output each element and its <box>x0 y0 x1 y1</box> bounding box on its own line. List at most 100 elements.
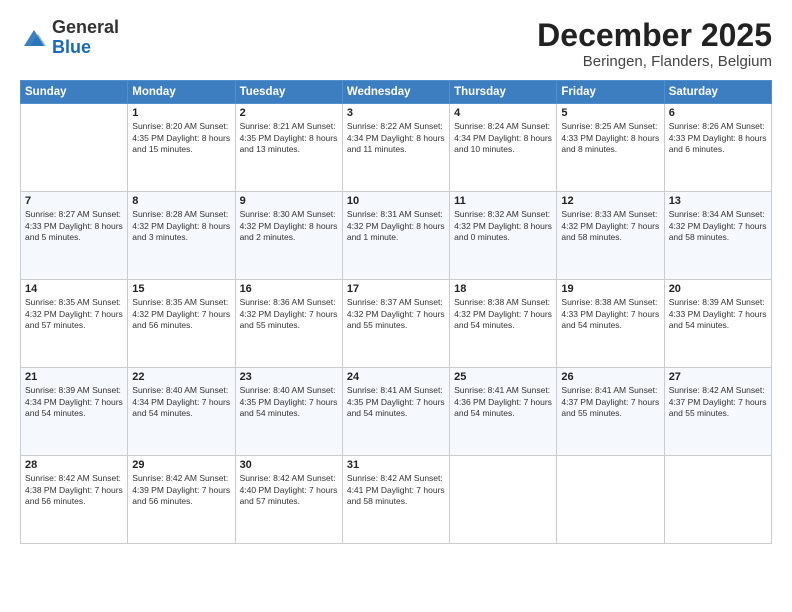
day-number: 21 <box>25 371 123 383</box>
day-info: Sunrise: 8:35 AM Sunset: 4:32 PM Dayligh… <box>25 297 123 331</box>
day-info: Sunrise: 8:42 AM Sunset: 4:41 PM Dayligh… <box>347 473 445 507</box>
weekday-header-saturday: Saturday <box>664 81 771 104</box>
logo-text: General Blue <box>52 18 119 58</box>
day-number: 1 <box>132 107 230 119</box>
day-number: 16 <box>240 283 338 295</box>
day-cell: 16Sunrise: 8:36 AM Sunset: 4:32 PM Dayli… <box>235 280 342 368</box>
location: Beringen, Flanders, Belgium <box>537 53 772 70</box>
day-cell: 24 Sunrise: 8:41 AM Sunset: 4:35 PM Dayli… <box>342 368 449 456</box>
day-info: Sunrise: 8:39 AM Sunset: 4:34 PM Dayligh… <box>25 385 123 419</box>
day-info: Sunrise: 8:31 AM Sunset: 4:32 PM Dayligh… <box>347 209 445 243</box>
day-number: 29 <box>132 459 230 471</box>
title-area: December 2025 Beringen, Flanders, Belgiu… <box>537 18 772 70</box>
logo-icon <box>20 24 48 52</box>
week-row-2: 7 Sunrise: 8:27 AM Sunset: 4:33 PM Daylig… <box>21 192 772 280</box>
day-number: 7 <box>25 195 123 207</box>
day-cell: 19 Sunrise: 8:38 AM Sunset: 4:33 PM Dayli… <box>557 280 664 368</box>
day-cell: 23 Sunrise: 8:40 AM Sunset: 4:35 PM Dayli… <box>235 368 342 456</box>
header: General Blue December 2025 Beringen, Fla… <box>20 18 772 70</box>
day-number: 13 <box>669 195 767 207</box>
day-info: Sunrise: 8:40 AM Sunset: 4:34 PM Dayligh… <box>132 385 230 419</box>
logo-general-text: General <box>52 18 119 38</box>
day-cell <box>450 456 557 544</box>
day-number: 15 <box>132 283 230 295</box>
day-number: 27 <box>669 371 767 383</box>
day-cell: 28Sunrise: 8:42 AM Sunset: 4:38 PM Dayli… <box>21 456 128 544</box>
weekday-header-friday: Friday <box>557 81 664 104</box>
day-info: Sunrise: 8:27 AM Sunset: 4:33 PM Dayligh… <box>25 209 123 243</box>
weekday-header-monday: Monday <box>128 81 235 104</box>
day-cell: 29 Sunrise: 8:42 AM Sunset: 4:39 PM Dayli… <box>128 456 235 544</box>
day-info: Sunrise: 8:28 AM Sunset: 4:32 PM Dayligh… <box>132 209 230 243</box>
weekday-header-wednesday: Wednesday <box>342 81 449 104</box>
day-number: 17 <box>347 283 445 295</box>
day-cell: 12Sunrise: 8:33 AM Sunset: 4:32 PM Dayli… <box>557 192 664 280</box>
day-number: 24 <box>347 371 445 383</box>
logo-blue-text: Blue <box>52 38 119 58</box>
day-cell: 14 Sunrise: 8:35 AM Sunset: 4:32 PM Dayli… <box>21 280 128 368</box>
day-info: Sunrise: 8:22 AM Sunset: 4:34 PM Dayligh… <box>347 121 445 155</box>
day-number: 22 <box>132 371 230 383</box>
day-cell <box>664 456 771 544</box>
day-info: Sunrise: 8:41 AM Sunset: 4:37 PM Dayligh… <box>561 385 659 419</box>
day-number: 8 <box>132 195 230 207</box>
day-info: Sunrise: 8:33 AM Sunset: 4:32 PM Dayligh… <box>561 209 659 243</box>
day-number: 9 <box>240 195 338 207</box>
weekday-header-thursday: Thursday <box>450 81 557 104</box>
day-cell: 6 Sunrise: 8:26 AM Sunset: 4:33 PM Daylig… <box>664 104 771 192</box>
day-number: 5 <box>561 107 659 119</box>
day-cell: 30 Sunrise: 8:42 AM Sunset: 4:40 PM Dayli… <box>235 456 342 544</box>
day-info: Sunrise: 8:25 AM Sunset: 4:33 PM Dayligh… <box>561 121 659 155</box>
day-info: Sunrise: 8:42 AM Sunset: 4:40 PM Dayligh… <box>240 473 338 507</box>
day-number: 2 <box>240 107 338 119</box>
day-info: Sunrise: 8:34 AM Sunset: 4:32 PM Dayligh… <box>669 209 767 243</box>
weekday-header-sunday: Sunday <box>21 81 128 104</box>
week-row-3: 14 Sunrise: 8:35 AM Sunset: 4:32 PM Dayli… <box>21 280 772 368</box>
day-cell: 11Sunrise: 8:32 AM Sunset: 4:32 PM Dayli… <box>450 192 557 280</box>
day-cell: 20 Sunrise: 8:39 AM Sunset: 4:33 PM Dayli… <box>664 280 771 368</box>
day-number: 18 <box>454 283 552 295</box>
day-cell: 26Sunrise: 8:41 AM Sunset: 4:37 PM Dayli… <box>557 368 664 456</box>
week-row-1: 1 Sunrise: 8:20 AM Sunset: 4:35 PM Daylig… <box>21 104 772 192</box>
day-info: Sunrise: 8:21 AM Sunset: 4:35 PM Dayligh… <box>240 121 338 155</box>
page: General Blue December 2025 Beringen, Fla… <box>0 0 792 612</box>
day-number: 30 <box>240 459 338 471</box>
day-info: Sunrise: 8:41 AM Sunset: 4:36 PM Dayligh… <box>454 385 552 419</box>
day-cell: 10Sunrise: 8:31 AM Sunset: 4:32 PM Dayli… <box>342 192 449 280</box>
week-row-5: 28Sunrise: 8:42 AM Sunset: 4:38 PM Dayli… <box>21 456 772 544</box>
day-info: Sunrise: 8:42 AM Sunset: 4:38 PM Dayligh… <box>25 473 123 507</box>
day-info: Sunrise: 8:20 AM Sunset: 4:35 PM Dayligh… <box>132 121 230 155</box>
day-number: 14 <box>25 283 123 295</box>
day-info: Sunrise: 8:39 AM Sunset: 4:33 PM Dayligh… <box>669 297 767 331</box>
day-number: 20 <box>669 283 767 295</box>
day-cell: 9Sunrise: 8:30 AM Sunset: 4:32 PM Daylig… <box>235 192 342 280</box>
day-info: Sunrise: 8:42 AM Sunset: 4:37 PM Dayligh… <box>669 385 767 419</box>
day-cell: 27 Sunrise: 8:42 AM Sunset: 4:37 PM Dayli… <box>664 368 771 456</box>
weekday-header-row: SundayMondayTuesdayWednesdayThursdayFrid… <box>21 81 772 104</box>
day-cell <box>21 104 128 192</box>
day-info: Sunrise: 8:40 AM Sunset: 4:35 PM Dayligh… <box>240 385 338 419</box>
day-number: 6 <box>669 107 767 119</box>
day-info: Sunrise: 8:41 AM Sunset: 4:35 PM Dayligh… <box>347 385 445 419</box>
day-cell: 2 Sunrise: 8:21 AM Sunset: 4:35 PM Daylig… <box>235 104 342 192</box>
day-info: Sunrise: 8:42 AM Sunset: 4:39 PM Dayligh… <box>132 473 230 507</box>
day-cell: 13 Sunrise: 8:34 AM Sunset: 4:32 PM Dayli… <box>664 192 771 280</box>
day-info: Sunrise: 8:38 AM Sunset: 4:33 PM Dayligh… <box>561 297 659 331</box>
day-number: 19 <box>561 283 659 295</box>
day-cell: 5 Sunrise: 8:25 AM Sunset: 4:33 PM Daylig… <box>557 104 664 192</box>
day-cell: 3 Sunrise: 8:22 AM Sunset: 4:34 PM Daylig… <box>342 104 449 192</box>
calendar-table: SundayMondayTuesdayWednesdayThursdayFrid… <box>20 80 772 544</box>
day-info: Sunrise: 8:26 AM Sunset: 4:33 PM Dayligh… <box>669 121 767 155</box>
day-cell: 21 Sunrise: 8:39 AM Sunset: 4:34 PM Dayli… <box>21 368 128 456</box>
day-cell: 17Sunrise: 8:37 AM Sunset: 4:32 PM Dayli… <box>342 280 449 368</box>
day-number: 3 <box>347 107 445 119</box>
week-row-4: 21 Sunrise: 8:39 AM Sunset: 4:34 PM Dayli… <box>21 368 772 456</box>
month-title: December 2025 <box>537 18 772 53</box>
day-number: 25 <box>454 371 552 383</box>
day-number: 23 <box>240 371 338 383</box>
weekday-header-tuesday: Tuesday <box>235 81 342 104</box>
day-info: Sunrise: 8:35 AM Sunset: 4:32 PM Dayligh… <box>132 297 230 331</box>
day-cell: 4Sunrise: 8:24 AM Sunset: 4:34 PM Daylig… <box>450 104 557 192</box>
day-info: Sunrise: 8:24 AM Sunset: 4:34 PM Dayligh… <box>454 121 552 155</box>
day-cell: 25 Sunrise: 8:41 AM Sunset: 4:36 PM Dayli… <box>450 368 557 456</box>
